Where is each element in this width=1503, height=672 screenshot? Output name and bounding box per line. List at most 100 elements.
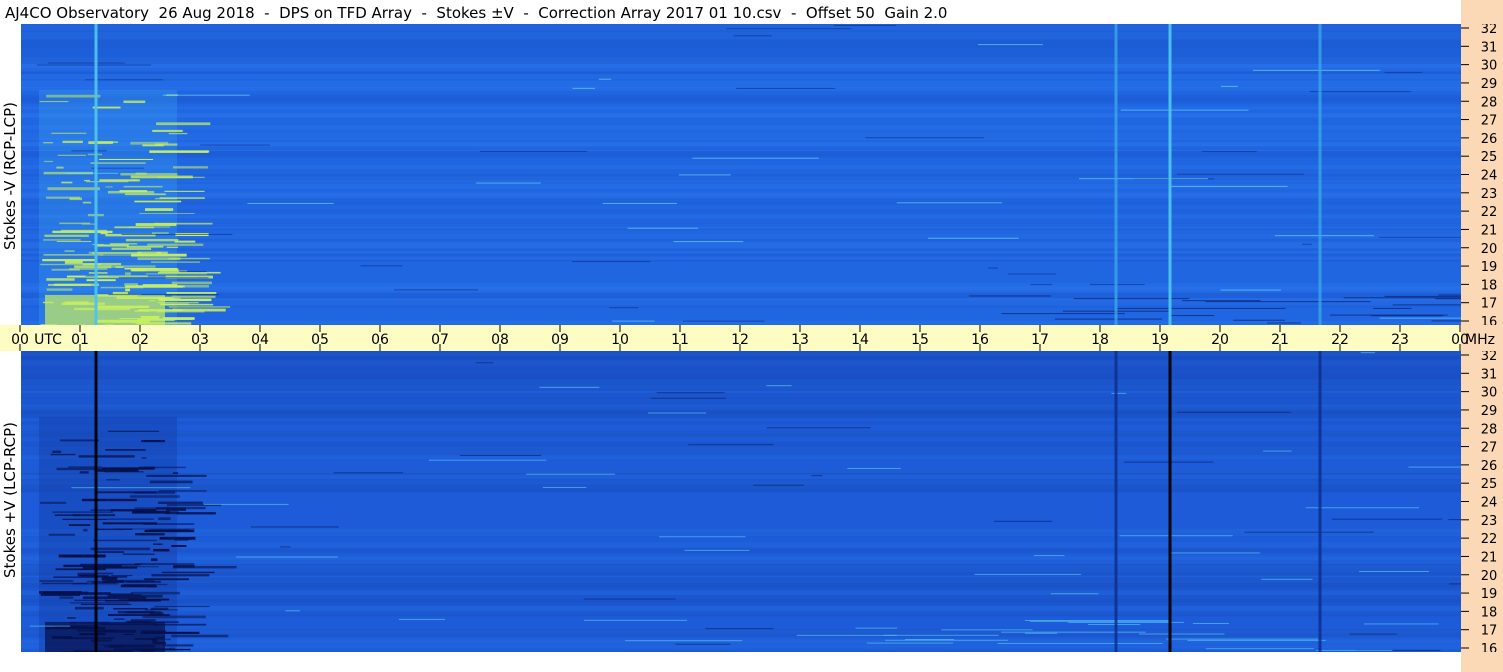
spectrogram-band xyxy=(21,408,1461,415)
storm-burst xyxy=(158,490,207,492)
low-band-line xyxy=(1435,298,1461,300)
interference-line xyxy=(865,137,985,139)
storm-burst xyxy=(95,141,119,144)
storm-burst xyxy=(64,261,83,264)
storm-burst xyxy=(93,539,157,542)
low-band-line xyxy=(885,639,1008,641)
storm-burst xyxy=(69,602,129,604)
storm-burst xyxy=(158,501,203,504)
interference-line xyxy=(250,526,339,528)
storm-burst xyxy=(162,317,195,320)
interference-line xyxy=(648,412,706,414)
storm-burst xyxy=(105,186,113,188)
storm-burst xyxy=(144,609,178,611)
storm-burst xyxy=(52,511,113,514)
time-tick-label: 16 xyxy=(971,332,989,348)
spectrogram-band xyxy=(21,209,1461,213)
spectrogram-band xyxy=(21,590,1461,596)
interference-line xyxy=(542,486,587,488)
storm-burst xyxy=(106,479,120,481)
interference-line xyxy=(1331,518,1443,520)
storm-burst xyxy=(172,308,226,312)
storm-burst xyxy=(166,508,186,511)
interference-line xyxy=(753,484,804,486)
spectrogram-band xyxy=(21,256,1461,261)
freq-tick-label: 25 xyxy=(1481,150,1498,165)
spectrogram-band xyxy=(21,86,1461,92)
interference-line xyxy=(539,386,600,388)
storm-burst xyxy=(166,292,217,294)
spectrogram-band xyxy=(21,151,1461,158)
low-band-line xyxy=(1024,632,1058,634)
storm-burst xyxy=(56,240,92,242)
storm-burst xyxy=(171,634,229,638)
storm-burst xyxy=(90,547,150,551)
spectrogram-band xyxy=(21,599,1461,606)
interference-line xyxy=(1384,71,1423,73)
storm-burst xyxy=(151,574,210,577)
freq-tick-label: 26 xyxy=(1481,459,1498,474)
spectrogram-band xyxy=(21,405,1461,410)
interference-line xyxy=(673,241,744,243)
low-band-line xyxy=(1192,622,1229,624)
low-band-line xyxy=(1024,620,1169,622)
low-band-line xyxy=(968,295,1052,297)
time-tick-label: 23 xyxy=(1391,332,1409,348)
spectrogram-band xyxy=(21,479,1461,483)
storm-burst xyxy=(59,222,91,225)
storm-burst xyxy=(117,610,155,614)
interference-line xyxy=(583,598,676,600)
spectrogram-band xyxy=(21,113,1461,118)
vertical-artifact-line xyxy=(1114,351,1118,652)
storm-burst xyxy=(90,162,146,164)
storm-burst xyxy=(173,564,195,568)
storm-burst xyxy=(141,439,165,443)
interference-line xyxy=(705,628,774,630)
spectrogram-band xyxy=(21,146,1461,150)
storm-burst xyxy=(158,271,221,274)
storm-burst xyxy=(92,243,104,246)
time-tick-label: 07 xyxy=(431,332,449,348)
vertical-artifact-line xyxy=(1168,24,1172,325)
storm-burst xyxy=(80,576,128,578)
interference-line xyxy=(736,87,836,89)
low-band-line xyxy=(1205,648,1315,650)
spectrogram-band xyxy=(21,169,1461,177)
spectrogram-band xyxy=(21,200,1461,205)
vertical-artifact-line xyxy=(94,351,98,652)
storm-burst xyxy=(139,212,195,215)
storm-burst xyxy=(106,518,154,520)
low-band-line xyxy=(1187,639,1326,641)
storm-burst xyxy=(150,150,210,153)
freq-tick-label: 31 xyxy=(1481,40,1498,55)
stokes-minus-v-spectrogram xyxy=(21,24,1461,325)
freq-tick-label: 22 xyxy=(1481,205,1498,220)
spectrogram-band xyxy=(21,141,1461,147)
storm-burst xyxy=(153,543,163,545)
spectrogram-band xyxy=(21,222,1461,227)
utc-time-axis: 00 01 02 03 04 05 06 07 08 09 10 11 12 13 14 15 16 17 18 19… xyxy=(0,325,1495,351)
interference-line xyxy=(692,157,819,159)
interference-line xyxy=(1050,593,1099,595)
storm-burst xyxy=(168,306,231,308)
interference-line xyxy=(684,549,750,551)
freq-tick-label: 23 xyxy=(1481,514,1498,529)
interference-line xyxy=(834,24,897,26)
storm-burst xyxy=(46,196,81,199)
storm-burst xyxy=(64,250,75,252)
storm-burst xyxy=(123,100,146,104)
storm-burst xyxy=(83,528,88,532)
storm-burst xyxy=(152,599,170,601)
storm-burst xyxy=(113,607,148,610)
spectrogram-band xyxy=(21,228,1461,235)
interference-line xyxy=(1177,411,1291,413)
interference-line xyxy=(247,202,334,204)
storm-burst xyxy=(52,230,113,234)
interference-line xyxy=(475,182,541,184)
freq-tick-label: 26 xyxy=(1481,132,1498,147)
interference-line xyxy=(200,144,271,146)
top-spectrogram-svg xyxy=(21,24,1461,325)
time-tick-label: 12 xyxy=(731,332,749,348)
storm-burst xyxy=(99,158,154,161)
interference-line xyxy=(612,320,655,322)
